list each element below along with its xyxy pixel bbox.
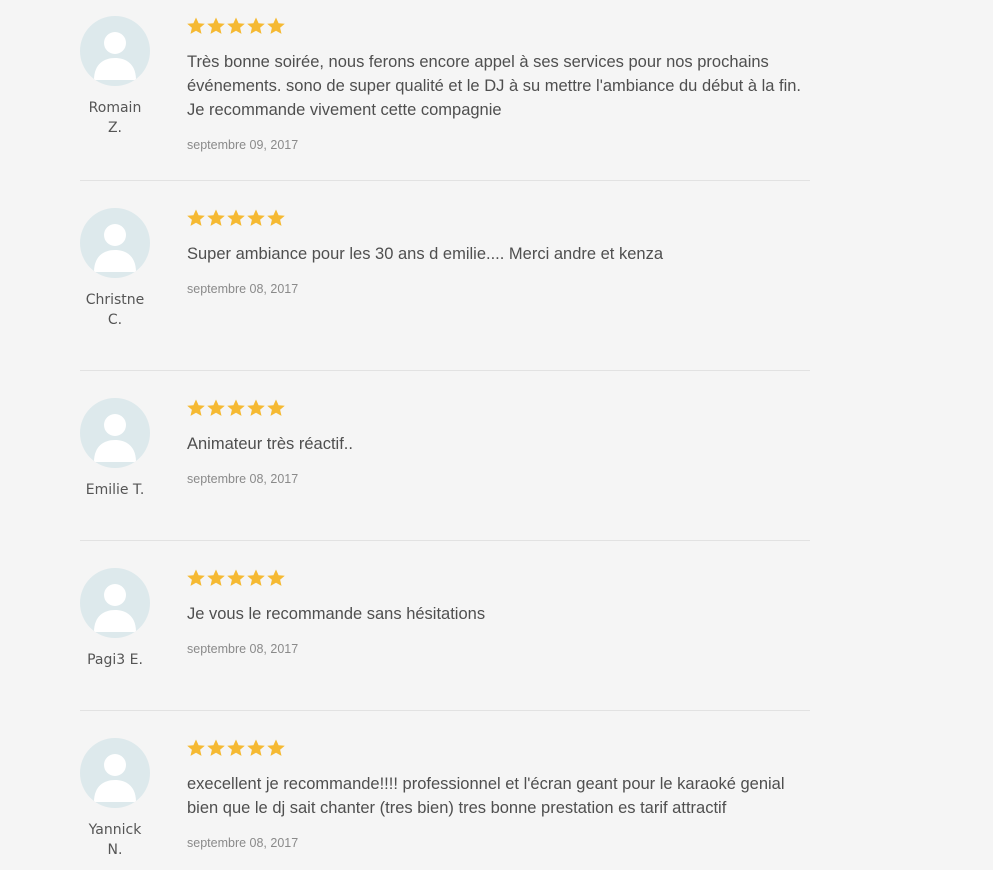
review-separator — [80, 710, 810, 711]
author-name: Pagi3 E. — [75, 650, 155, 670]
review-date: septembre 08, 2017 — [187, 642, 299, 656]
star-icon — [187, 569, 205, 586]
star-rating — [186, 738, 286, 758]
star-icon — [247, 209, 265, 226]
review-text: Super ambiance pour les 30 ans d emilie.… — [187, 245, 664, 263]
star-rating — [186, 398, 286, 418]
user-avatar-icon — [80, 208, 150, 278]
star-icon — [207, 17, 225, 34]
star-icon — [227, 399, 245, 416]
author-initial: N. — [107, 842, 123, 858]
author-name: Yannick N. — [75, 820, 155, 860]
review-date: septembre 08, 2017 — [187, 836, 299, 850]
review-text: execellent je recommande!!!! professionn… — [187, 775, 785, 817]
review-separator — [80, 180, 810, 181]
review-text: Très bonne soirée, nous ferons encore ap… — [187, 53, 802, 119]
user-avatar-icon — [80, 398, 150, 468]
star-icon — [267, 399, 285, 416]
author-name: Romain Z. — [75, 98, 155, 138]
star-icon — [247, 569, 265, 586]
author-first-name: Pagi3 E. — [87, 652, 143, 668]
review-separator — [80, 370, 810, 371]
review-date: septembre 09, 2017 — [187, 138, 299, 152]
star-icon — [227, 739, 245, 756]
review-item: Romain Z. Très bonne soirée, nous ferons… — [80, 16, 810, 181]
author-first-name: Yannick — [88, 822, 142, 838]
review-item: Yannick N. execellent je recommande!!!! … — [80, 738, 810, 870]
star-icon — [267, 17, 285, 34]
star-icon — [267, 569, 285, 586]
review-text: Je vous le recommande sans hésitations — [187, 605, 486, 623]
user-avatar-icon — [80, 738, 150, 808]
review-item: Emilie T. Animateur très réactif.. septe… — [80, 398, 810, 541]
review-text: Animateur très réactif.. — [187, 435, 353, 453]
star-icon — [227, 17, 245, 34]
author-name: Christne C. — [75, 290, 155, 330]
author-first-name: Christne — [85, 292, 145, 308]
author-initial: C. — [107, 312, 123, 328]
star-icon — [187, 739, 205, 756]
review-date: septembre 08, 2017 — [187, 282, 299, 296]
star-icon — [247, 739, 265, 756]
user-avatar-icon — [80, 568, 150, 638]
review-item: Pagi3 E. Je vous le recommande sans hési… — [80, 568, 810, 711]
author-first-name: Emilie T. — [85, 482, 145, 498]
star-icon — [227, 209, 245, 226]
reviews-list: Romain Z. Très bonne soirée, nous ferons… — [0, 0, 993, 870]
star-icon — [187, 399, 205, 416]
star-icon — [207, 569, 225, 586]
star-icon — [207, 399, 225, 416]
star-rating — [186, 16, 286, 36]
star-rating — [186, 208, 286, 228]
star-icon — [207, 739, 225, 756]
star-icon — [227, 569, 245, 586]
star-icon — [187, 209, 205, 226]
star-icon — [267, 209, 285, 226]
author-name: Emilie T. — [75, 480, 155, 500]
author-first-name: Romain — [88, 100, 142, 116]
star-icon — [207, 209, 225, 226]
star-icon — [187, 17, 205, 34]
user-avatar-icon — [80, 16, 150, 86]
star-icon — [247, 17, 265, 34]
star-rating — [186, 568, 286, 588]
author-initial: Z. — [107, 120, 123, 136]
star-icon — [247, 399, 265, 416]
star-icon — [267, 739, 285, 756]
review-item: Christne C. Super ambiance pour les 30 a… — [80, 208, 810, 371]
review-date: septembre 08, 2017 — [187, 472, 299, 486]
review-separator — [80, 540, 810, 541]
